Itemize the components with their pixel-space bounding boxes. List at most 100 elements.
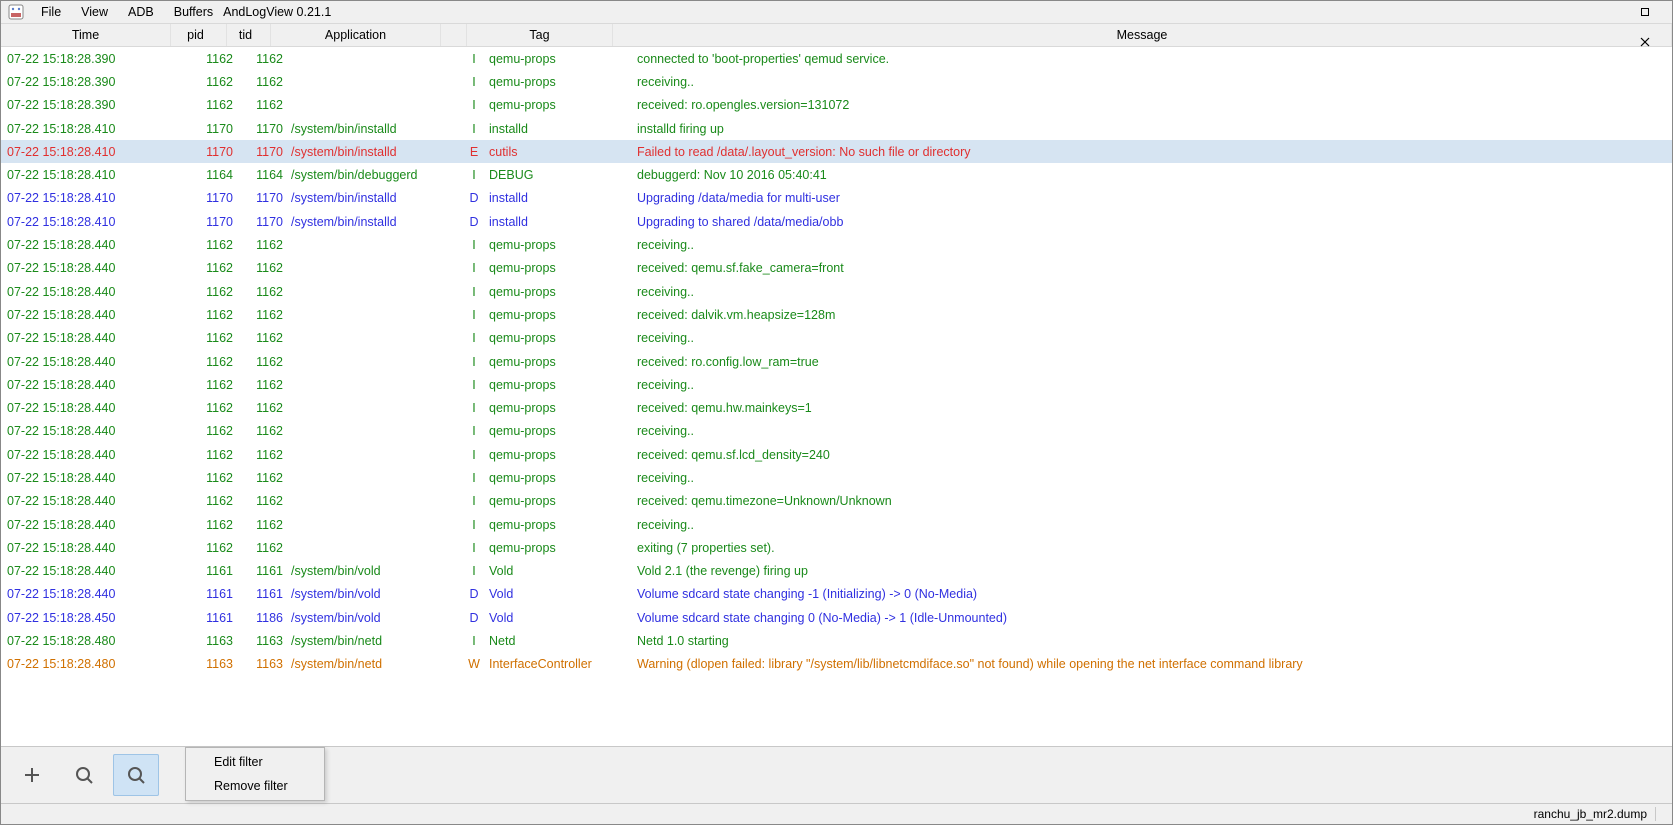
table-row[interactable]: 07-22 15:18:28.44011611161/system/bin/vo… <box>1 583 1672 606</box>
cell-level: I <box>461 308 487 322</box>
cell-msg: Volume sdcard state changing -1 (Initial… <box>635 587 1672 601</box>
cell-tid: 1164 <box>239 168 289 182</box>
ctx-edit-filter[interactable]: Edit filter <box>188 750 322 774</box>
menu-file[interactable]: File <box>31 3 71 21</box>
table-row[interactable]: 07-22 15:18:28.44011621162Iqemu-propsrec… <box>1 233 1672 256</box>
table-row[interactable]: 07-22 15:18:28.41011701170/system/bin/in… <box>1 140 1672 163</box>
col-level[interactable] <box>441 24 467 46</box>
table-row[interactable]: 07-22 15:18:28.45011611186/system/bin/vo… <box>1 606 1672 629</box>
table-row[interactable]: 07-22 15:18:28.48011631163/system/bin/ne… <box>1 629 1672 652</box>
cell-msg: Upgrading /data/media for multi-user <box>635 191 1672 205</box>
cell-tag: InterfaceController <box>487 657 635 671</box>
cell-tid: 1162 <box>239 518 289 532</box>
cell-tid: 1170 <box>239 191 289 205</box>
cell-tid: 1161 <box>239 564 289 578</box>
col-pid[interactable]: pid <box>171 24 227 46</box>
table-row[interactable]: 07-22 15:18:28.44011621162Iqemu-propsrec… <box>1 443 1672 466</box>
cell-app: /system/bin/netd <box>289 657 461 671</box>
cell-level: I <box>461 331 487 345</box>
table-row[interactable]: 07-22 15:18:28.41011641164/system/bin/de… <box>1 163 1672 186</box>
table-row[interactable]: 07-22 15:18:28.48011631163/system/bin/ne… <box>1 653 1672 676</box>
cell-tag: Vold <box>487 564 635 578</box>
cell-level: I <box>461 98 487 112</box>
cell-app: /system/bin/installd <box>289 145 461 159</box>
cell-pid: 1162 <box>177 238 239 252</box>
window-title: AndLogView 0.21.1 <box>223 5 331 19</box>
cell-tag: qemu-props <box>487 378 635 392</box>
cell-level: I <box>461 424 487 438</box>
cell-tid: 1162 <box>239 331 289 345</box>
cell-pid: 1162 <box>177 355 239 369</box>
table-row[interactable]: 07-22 15:18:28.44011621162Iqemu-propsrec… <box>1 396 1672 419</box>
table-row[interactable]: 07-22 15:18:28.44011621162Iqemu-propsrec… <box>1 513 1672 536</box>
cell-level: I <box>461 541 487 555</box>
col-msg[interactable]: Message <box>613 24 1672 46</box>
cell-time: 07-22 15:18:28.440 <box>7 448 177 462</box>
col-tag[interactable]: Tag <box>467 24 613 46</box>
table-row[interactable]: 07-22 15:18:28.41011701170/system/bin/in… <box>1 187 1672 210</box>
cell-tid: 1170 <box>239 145 289 159</box>
cell-pid: 1161 <box>177 564 239 578</box>
table-row[interactable]: 07-22 15:18:28.44011621162Iqemu-propsrec… <box>1 466 1672 489</box>
cell-msg: Netd 1.0 starting <box>635 634 1672 648</box>
cell-tid: 1162 <box>239 448 289 462</box>
col-app[interactable]: Application <box>271 24 441 46</box>
cell-level: I <box>461 471 487 485</box>
col-tid[interactable]: tid <box>227 24 271 46</box>
window-close-button[interactable] <box>1622 27 1668 57</box>
table-row[interactable]: 07-22 15:18:28.39011621162Iqemu-propscon… <box>1 47 1672 70</box>
table-row[interactable]: 07-22 15:18:28.39011621162Iqemu-propsrec… <box>1 94 1672 117</box>
table-row[interactable]: 07-22 15:18:28.39011621162Iqemu-propsrec… <box>1 70 1672 93</box>
filter-button[interactable] <box>113 754 159 796</box>
table-row[interactable]: 07-22 15:18:28.44011621162Iqemu-propsrec… <box>1 257 1672 280</box>
menu-view[interactable]: View <box>71 3 118 21</box>
table-row[interactable]: 07-22 15:18:28.44011621162Iqemu-propsrec… <box>1 327 1672 350</box>
cell-pid: 1162 <box>177 424 239 438</box>
table-row[interactable]: 07-22 15:18:28.44011621162Iqemu-propsrec… <box>1 280 1672 303</box>
window-maximize-button[interactable] <box>1622 0 1668 27</box>
search-button[interactable] <box>61 754 107 796</box>
cell-tid: 1161 <box>239 587 289 601</box>
cell-level: I <box>461 52 487 66</box>
menu-adb[interactable]: ADB <box>118 3 164 21</box>
col-time[interactable]: Time <box>1 24 171 46</box>
ctx-remove-filter[interactable]: Remove filter <box>188 774 322 798</box>
cell-level: I <box>461 448 487 462</box>
cell-tid: 1162 <box>239 75 289 89</box>
cell-app: /system/bin/debuggerd <box>289 168 461 182</box>
cell-time: 07-22 15:18:28.390 <box>7 52 177 66</box>
table-row[interactable]: 07-22 15:18:28.44011611161/system/bin/vo… <box>1 560 1672 583</box>
cell-time: 07-22 15:18:28.440 <box>7 541 177 555</box>
table-row[interactable]: 07-22 15:18:28.44011621162Iqemu-propsrec… <box>1 373 1672 396</box>
cell-msg: exiting (7 properties set). <box>635 541 1672 555</box>
table-row[interactable]: 07-22 15:18:28.44011621162Iqemu-propsrec… <box>1 490 1672 513</box>
cell-time: 07-22 15:18:28.390 <box>7 98 177 112</box>
table-row[interactable]: 07-22 15:18:28.41011701170/system/bin/in… <box>1 210 1672 233</box>
cell-pid: 1170 <box>177 122 239 136</box>
status-bar: ranchu_jb_mr2.dump <box>1 803 1672 824</box>
log-table-body[interactable]: 07-22 15:18:28.39011621162Iqemu-propscon… <box>1 47 1672 746</box>
table-row[interactable]: 07-22 15:18:28.41011701170/system/bin/in… <box>1 117 1672 140</box>
cell-pid: 1162 <box>177 518 239 532</box>
table-row[interactable]: 07-22 15:18:28.44011621162Iqemu-propsrec… <box>1 303 1672 326</box>
cell-msg: installd firing up <box>635 122 1672 136</box>
cell-msg: received: qemu.timezone=Unknown/Unknown <box>635 494 1672 508</box>
cell-pid: 1162 <box>177 75 239 89</box>
cell-msg: received: ro.opengles.version=131072 <box>635 98 1672 112</box>
cell-level: I <box>461 378 487 392</box>
status-separator <box>1655 807 1656 821</box>
add-filter-button[interactable] <box>9 754 55 796</box>
menu-buffers[interactable]: Buffers <box>164 3 223 21</box>
cell-tid: 1162 <box>239 541 289 555</box>
cell-tag: qemu-props <box>487 261 635 275</box>
table-row[interactable]: 07-22 15:18:28.44011621162Iqemu-propsexi… <box>1 536 1672 559</box>
cell-tag: qemu-props <box>487 541 635 555</box>
table-row[interactable]: 07-22 15:18:28.44011621162Iqemu-propsrec… <box>1 350 1672 373</box>
cell-msg: receiving.. <box>635 424 1672 438</box>
cell-level: I <box>461 355 487 369</box>
cell-time: 07-22 15:18:28.440 <box>7 518 177 532</box>
cell-pid: 1162 <box>177 378 239 392</box>
table-row[interactable]: 07-22 15:18:28.44011621162Iqemu-propsrec… <box>1 420 1672 443</box>
menu-bar: File View ADB Buffers AndLogView 0.21.1 <box>1 1 1672 23</box>
cell-time: 07-22 15:18:28.440 <box>7 401 177 415</box>
